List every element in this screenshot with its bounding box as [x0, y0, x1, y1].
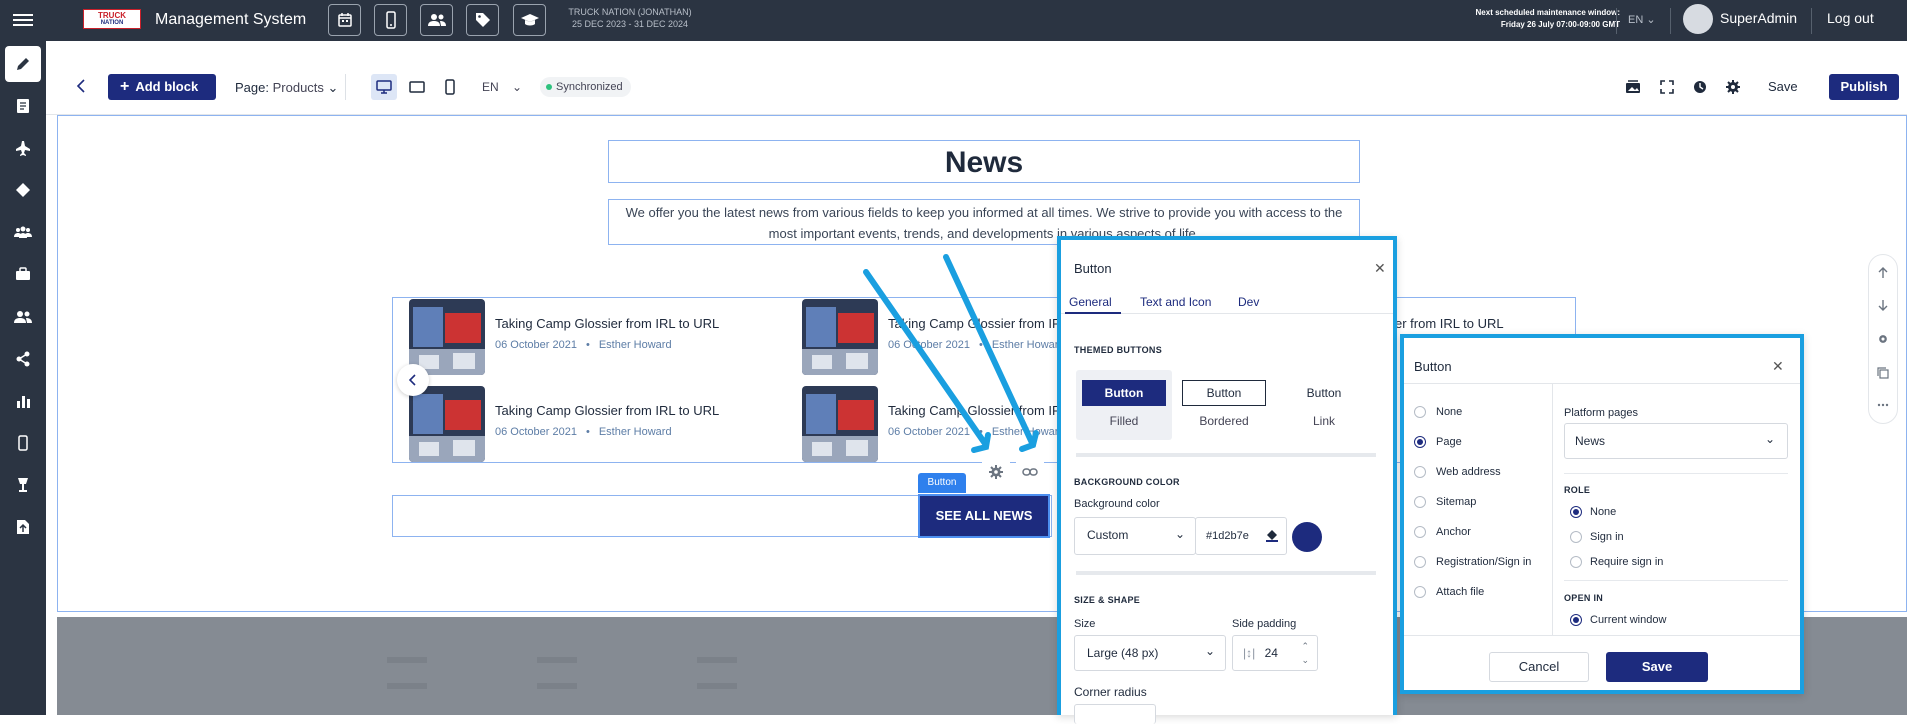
link-type-radio-none[interactable] [1414, 406, 1426, 418]
link-type-radio-page[interactable] [1414, 436, 1426, 448]
theme-preview-link: Button [1306, 386, 1342, 400]
themed-buttons-heading: THEMED BUTTONS [1074, 345, 1163, 355]
background-hex-value: #1d2b7e [1206, 530, 1249, 542]
link-type-label: Sitemap [1436, 496, 1477, 508]
divider [1564, 580, 1788, 581]
close-icon[interactable]: ✕ [1374, 260, 1386, 277]
background-color-swatch[interactable] [1292, 522, 1322, 552]
tab-dev[interactable]: Dev [1238, 295, 1259, 309]
tab-text-and-icon[interactable]: Text and Icon [1140, 295, 1211, 309]
side-padding-value: 24 [1264, 646, 1278, 660]
theme-link-option[interactable]: Button Link [1276, 370, 1372, 440]
background-hex-input[interactable]: #1d2b7e [1195, 517, 1287, 555]
role-label: Sign in [1590, 531, 1624, 543]
size-select[interactable]: Large (48 px) ⌄ [1074, 635, 1226, 671]
stepper-arrows-icon[interactable]: ⌃ ⌄ [1301, 639, 1309, 667]
tab-general[interactable]: General [1069, 295, 1112, 309]
role-radio-require-sign-in[interactable] [1570, 556, 1582, 568]
more-options-icon[interactable] [1870, 392, 1896, 418]
block-settings-gear-icon[interactable] [1870, 326, 1896, 352]
link-type-radio-registration[interactable] [1414, 556, 1426, 568]
background-color-heading: BACKGROUND COLOR [1074, 477, 1180, 487]
background-mode-select[interactable]: Custom ⌄ [1074, 517, 1196, 555]
platform-pages-label: Platform pages [1564, 407, 1638, 419]
role-heading: ROLE [1564, 485, 1591, 495]
move-down-arrow-icon[interactable] [1870, 292, 1896, 318]
button-link-panel: Button ✕ None Page Web address Sitemap A… [1400, 334, 1804, 694]
theme-preview-filled: Button [1082, 380, 1166, 406]
chevron-down-icon: ⌄ [1204, 644, 1215, 658]
link-type-radio-anchor[interactable] [1414, 526, 1426, 538]
close-icon[interactable]: ✕ [1772, 358, 1784, 375]
open-in-heading: OPEN IN [1564, 593, 1604, 603]
link-type-label: Attach file [1436, 586, 1485, 598]
link-type-radio-web-address[interactable] [1414, 466, 1426, 478]
duplicate-icon[interactable] [1870, 360, 1896, 386]
side-padding-stepper[interactable]: |↕| 24 ⌃ ⌄ [1232, 635, 1318, 671]
paint-bucket-icon[interactable] [1265, 528, 1279, 542]
divider [1404, 383, 1800, 384]
theme-preview-bordered: Button [1182, 380, 1266, 406]
corner-radius-label: Corner radius [1074, 685, 1147, 699]
section-divider [1076, 571, 1376, 575]
role-radio-none[interactable] [1570, 506, 1582, 518]
theme-bordered-option[interactable]: Button Bordered [1176, 370, 1272, 440]
theme-name-filled: Filled [1109, 414, 1139, 428]
background-color-label: Background color [1074, 498, 1160, 510]
divider [1404, 635, 1800, 636]
save-link-button[interactable]: Save [1606, 652, 1708, 682]
platform-pages-value: News [1575, 434, 1606, 448]
platform-pages-select[interactable]: News ⌄ [1564, 423, 1788, 459]
link-type-radio-attach-file[interactable] [1414, 586, 1426, 598]
link-type-label: Web address [1436, 466, 1501, 478]
link-type-label: Page [1436, 436, 1462, 448]
move-up-arrow-icon[interactable] [1870, 260, 1896, 286]
size-shape-heading: SIZE & SHAPE [1074, 595, 1141, 605]
chevron-down-icon: ⌄ [1764, 432, 1775, 446]
active-tab-indicator [1065, 312, 1121, 314]
open-in-label: Current window [1590, 614, 1667, 626]
link-type-radio-sitemap[interactable] [1414, 496, 1426, 508]
padding-icon: |↕| [1243, 646, 1256, 660]
divider [1564, 473, 1788, 474]
role-label: None [1590, 506, 1617, 518]
panel-title: Button [1074, 261, 1112, 276]
role-radio-sign-in[interactable] [1570, 531, 1582, 543]
theme-name-link: Link [1312, 414, 1335, 428]
link-type-label: None [1436, 406, 1463, 418]
corner-radius-stepper[interactable] [1074, 704, 1156, 724]
size-label: Size [1074, 618, 1096, 630]
link-type-label: Registration/Sign in [1436, 556, 1532, 568]
link-type-label: Anchor [1436, 526, 1471, 538]
size-value: Large (48 px) [1087, 646, 1159, 660]
side-padding-label: Side padding [1232, 618, 1297, 630]
background-mode-value: Custom [1087, 528, 1129, 542]
theme-name-bordered: Bordered [1199, 414, 1249, 428]
button-settings-panel: Button ✕ General Text and Icon Dev THEME… [1057, 236, 1397, 724]
theme-filled-option[interactable]: Button Filled [1076, 370, 1172, 440]
section-divider [1076, 453, 1376, 457]
chevron-down-icon: ⌄ [1174, 527, 1185, 541]
panel-title: Button [1414, 359, 1452, 374]
divider [1552, 383, 1553, 635]
role-label: Require sign in [1590, 556, 1664, 568]
open-in-radio-current-window[interactable] [1570, 614, 1582, 626]
cancel-button[interactable]: Cancel [1489, 652, 1589, 682]
